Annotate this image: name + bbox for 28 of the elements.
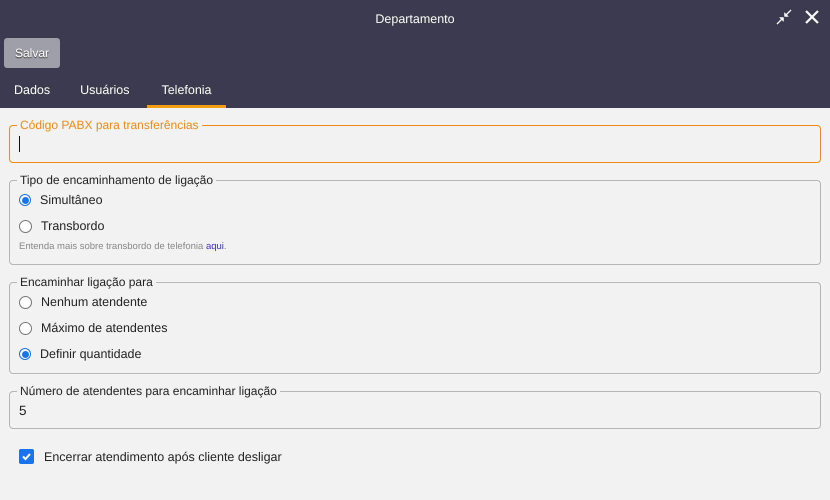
group-label: Tipo de encaminhamento de ligação	[19, 173, 214, 187]
tab[interactable]: Telefonia	[147, 75, 226, 108]
radio-button[interactable]	[19, 220, 32, 232]
checkbox[interactable]	[19, 449, 34, 464]
field-label: Código PABX para transferências	[19, 118, 200, 132]
tab[interactable]: Usuários	[68, 75, 142, 108]
radio-label[interactable]: Transbordo	[41, 219, 104, 233]
group-label: Encaminhar ligação para	[19, 275, 154, 289]
help-link[interactable]: aqui	[206, 241, 224, 252]
text-field[interactable]: Número de atendentes para encaminhar ligação 5	[9, 384, 821, 429]
radio-button[interactable]	[19, 296, 32, 308]
radio-label[interactable]: Simultâneo	[40, 193, 103, 207]
close-icon[interactable]	[804, 9, 820, 25]
check-icon	[21, 451, 32, 462]
text-cursor	[19, 136, 20, 152]
radio-button[interactable]	[19, 348, 31, 360]
tab[interactable]: Dados	[2, 75, 62, 108]
field-value: 5	[19, 402, 27, 418]
field-label: Número de atendentes para encaminhar ligação	[19, 384, 278, 398]
radio-button[interactable]	[19, 322, 32, 334]
radio-label[interactable]: Máximo de atendentes	[41, 321, 168, 335]
radio-label[interactable]: Nenhum atendente	[41, 295, 148, 309]
window-title: Departamento	[375, 12, 455, 26]
collapse-icon[interactable]	[776, 9, 792, 25]
checkbox-label[interactable]: Encerrar atendimento após cliente desligar	[44, 450, 282, 464]
help-text: Entenda mais sobre transbordo de telefonia aqui.	[19, 241, 228, 252]
radio-button[interactable]	[19, 194, 31, 206]
radio-label[interactable]: Definir quantidade	[40, 347, 142, 361]
